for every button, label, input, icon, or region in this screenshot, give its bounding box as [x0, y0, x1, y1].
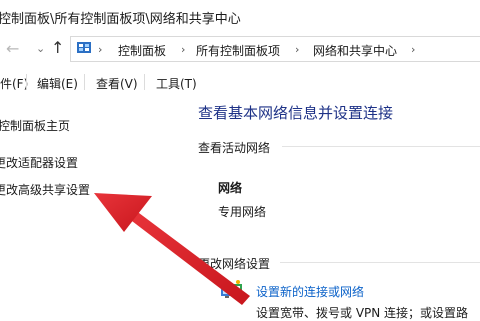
- new-connection-icon[interactable]: [219, 279, 243, 301]
- menu-divider: [84, 74, 85, 90]
- breadcrumb-control-panel[interactable]: 控制面板: [118, 42, 166, 59]
- sidebar-item-adapter-settings[interactable]: 更改适配器设置: [0, 154, 78, 171]
- sidebar-item-home[interactable]: 控制面板主页: [0, 117, 70, 134]
- menu-divider: [26, 74, 27, 90]
- sidebar-item-advanced-sharing[interactable]: 更改高级共享设置: [0, 181, 90, 198]
- network-type: 专用网络: [218, 205, 267, 219]
- menu-tools[interactable]: 工具(T): [156, 75, 197, 92]
- control-panel-icon: [77, 42, 91, 53]
- chevron-down-icon[interactable]: ⌄: [36, 42, 45, 55]
- page-title: 查看基本网络信息并设置连接: [198, 104, 394, 122]
- chevron-right-icon[interactable]: ›: [181, 43, 185, 56]
- new-connection-link[interactable]: 设置新的连接或网络: [256, 283, 364, 300]
- active-networks-label: 查看活动网络: [198, 141, 271, 155]
- menu-file[interactable]: 件(F): [0, 75, 28, 92]
- new-connection-description: 设置宽带、拨号或 VPN 连接；或设置路: [256, 306, 469, 320]
- breadcrumb-network-center[interactable]: 网络和共享中心: [313, 42, 397, 59]
- section-divider: [280, 262, 480, 263]
- menu-edit[interactable]: 编辑(E): [37, 75, 78, 92]
- network-name: 网络: [218, 181, 243, 195]
- window-title: 控制面板\所有控制面板项\网络和共享中心: [0, 12, 241, 27]
- chevron-right-icon[interactable]: ›: [295, 43, 299, 56]
- section-divider: [282, 146, 480, 147]
- menu-divider: [144, 74, 145, 90]
- change-settings-label: 更改网络设置: [198, 257, 271, 271]
- arrow-left-icon[interactable]: ←: [6, 39, 19, 58]
- arrow-up-icon[interactable]: ↑: [51, 38, 64, 57]
- chevron-right-icon[interactable]: ›: [98, 43, 102, 56]
- chevron-right-icon[interactable]: ›: [411, 43, 415, 56]
- menu-view[interactable]: 查看(V): [96, 75, 138, 92]
- breadcrumb-all-items[interactable]: 所有控制面板项: [196, 42, 280, 59]
